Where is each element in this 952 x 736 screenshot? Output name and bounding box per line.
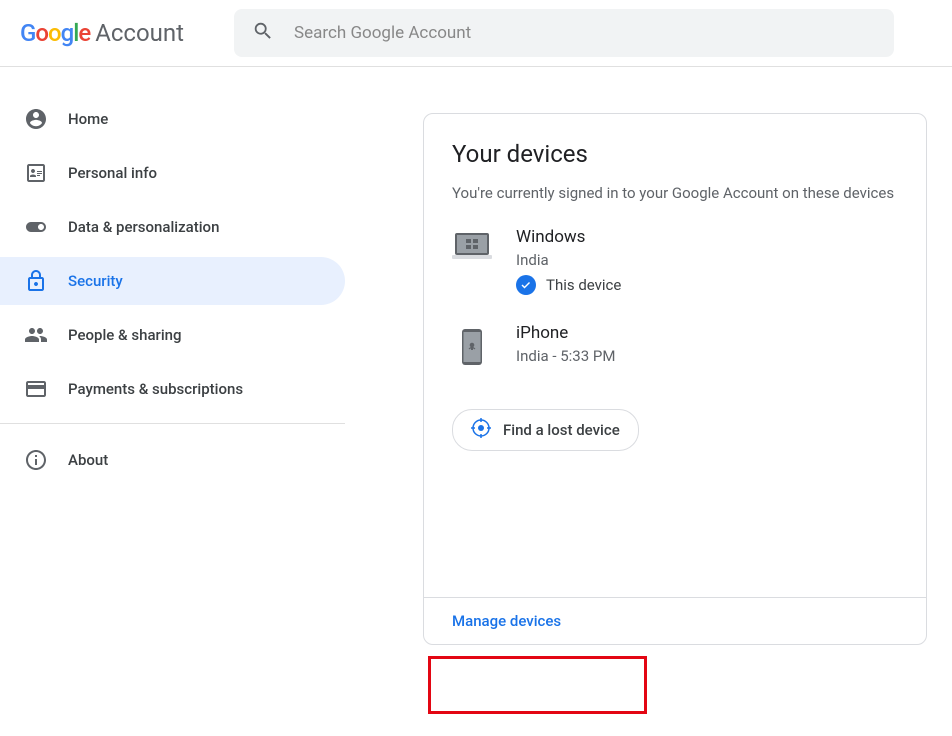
sidebar-item-home[interactable]: Home (0, 95, 345, 143)
google-account-logo[interactable]: Google Account (20, 19, 184, 47)
info-icon (24, 448, 48, 472)
divider (0, 423, 345, 424)
search-bar[interactable] (234, 9, 894, 57)
checkmark-icon (516, 275, 536, 295)
nav-label: Personal info (68, 164, 157, 182)
card-title: Your devices (452, 140, 898, 168)
device-name: Windows (516, 227, 898, 247)
device-location: India - 5:33 PM (516, 347, 898, 365)
sidebar-item-payments[interactable]: Payments & subscriptions (0, 365, 345, 413)
card-subtitle: You're currently signed in to your Googl… (452, 182, 898, 205)
sidebar-item-data-personalization[interactable]: Data & personalization (0, 203, 345, 251)
this-device-label: This device (546, 276, 621, 294)
toggle-icon (24, 215, 48, 239)
google-logo: Google (20, 19, 90, 47)
laptop-icon (452, 227, 492, 261)
person-circle-icon (24, 107, 48, 131)
nav-label: Security (68, 272, 123, 290)
sidebar-item-about[interactable]: About (0, 436, 345, 484)
highlight-annotation (428, 656, 647, 714)
device-name: iPhone (516, 323, 898, 343)
find-lost-device-chip[interactable]: Find a lost device (452, 409, 639, 451)
device-row-windows[interactable]: Windows India This device (452, 227, 898, 295)
sidebar-item-people-sharing[interactable]: People & sharing (0, 311, 345, 359)
devices-card: Your devices You're currently signed in … (423, 113, 927, 645)
nav-label: People & sharing (68, 326, 182, 344)
lock-icon (24, 269, 48, 293)
search-icon (252, 20, 274, 46)
phone-icon (452, 323, 492, 365)
sidebar-item-personal-info[interactable]: Personal info (0, 149, 345, 197)
device-location: India (516, 251, 898, 269)
account-word: Account (95, 19, 184, 47)
manage-devices-link[interactable]: Manage devices (452, 612, 561, 630)
nav-label: Home (68, 110, 108, 128)
search-input[interactable] (294, 23, 876, 43)
nav-label: Payments & subscriptions (68, 380, 243, 398)
nav-label: About (68, 451, 108, 469)
device-row-iphone[interactable]: iPhone India - 5:33 PM (452, 323, 898, 371)
credit-card-icon (24, 377, 48, 401)
sidebar: Home Personal info Data & personalizatio… (0, 67, 345, 645)
nav-label: Data & personalization (68, 218, 219, 236)
people-icon (24, 323, 48, 347)
id-card-icon (24, 161, 48, 185)
find-lost-device-label: Find a lost device (503, 421, 620, 439)
target-icon (471, 418, 491, 442)
sidebar-item-security[interactable]: Security (0, 257, 345, 305)
